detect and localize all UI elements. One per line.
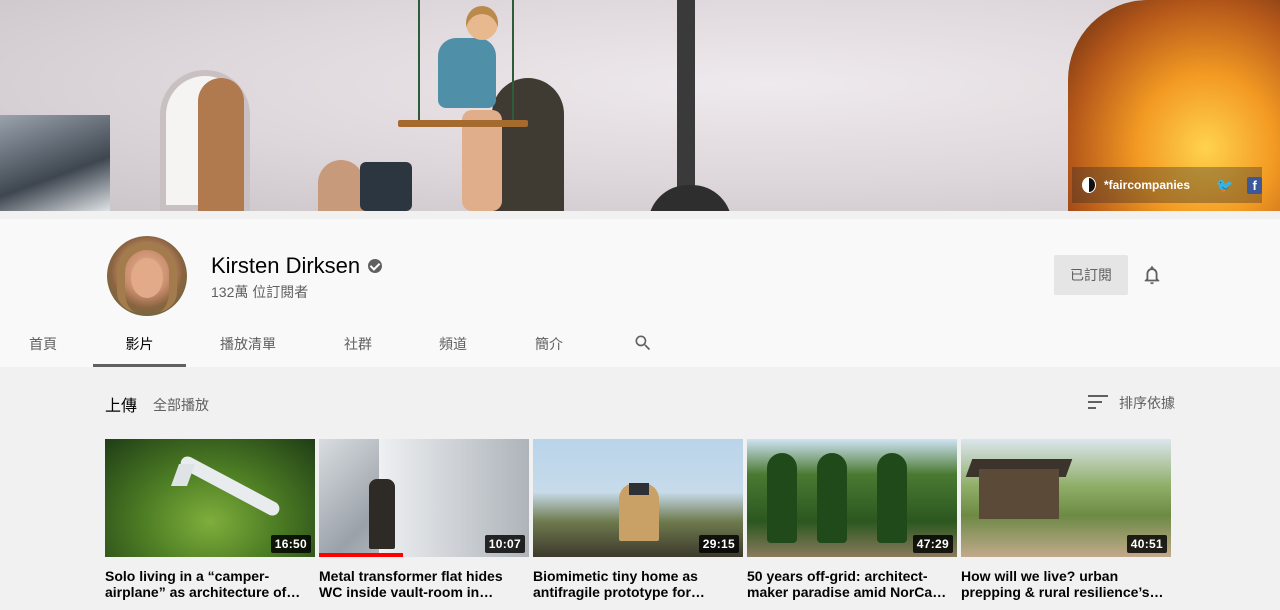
sort-icon[interactable]: [1088, 394, 1108, 410]
yin-yang-icon[interactable]: [1082, 177, 1096, 193]
channel-name: Kirsten Dirksen: [211, 253, 361, 278]
banner-girl: [318, 160, 364, 211]
video-grid: 16:50 Solo living in a “camper-airplane”…: [105, 439, 1175, 610]
banner-swing-rope-right: [512, 0, 514, 125]
thumbnail-cabin: [979, 469, 1059, 519]
banner-stove-pipe: [677, 0, 695, 190]
tab-channels[interactable]: 頻道: [413, 329, 493, 367]
play-all-link[interactable]: 全部播放: [153, 395, 209, 415]
section-title: 上傳: [105, 398, 138, 415]
tab-playlists[interactable]: 播放清單: [203, 329, 293, 367]
channel-banner: *faircompanies 🐦 f: [0, 0, 1280, 211]
tab-videos[interactable]: 影片: [93, 329, 186, 367]
avatar[interactable]: [107, 236, 187, 316]
facebook-icon[interactable]: f: [1247, 176, 1262, 194]
banner-child-head: [466, 6, 498, 40]
video-thumbnail[interactable]: 10:07: [319, 439, 529, 557]
video-duration: 16:50: [270, 535, 311, 553]
banner-mountain-photo: [0, 115, 110, 211]
thumbnail-tree: [877, 453, 907, 543]
video-title[interactable]: How will we live? urban prepping & rural…: [961, 568, 1171, 600]
tab-about[interactable]: 簡介: [509, 329, 589, 367]
tab-home[interactable]: 首頁: [10, 329, 76, 367]
banner-swing-rope-left: [418, 0, 420, 125]
channel-header: Kirsten Dirksen 132萬 位訂閱者 已訂閱 首頁 影片 播放清單…: [0, 219, 1280, 367]
search-icon[interactable]: [633, 333, 653, 353]
verified-icon: [368, 259, 383, 273]
banner-door: [198, 78, 244, 211]
banner-archway-center: [492, 78, 564, 211]
twitter-icon[interactable]: 🐦: [1216, 177, 1233, 194]
video-title[interactable]: Biomimetic tiny home as antifragile prot…: [533, 568, 743, 600]
video-thumbnail[interactable]: 16:50: [105, 439, 315, 557]
video-title[interactable]: Solo living in a “camper-airplane” as ar…: [105, 568, 315, 600]
video-thumbnail[interactable]: 29:15: [533, 439, 743, 557]
video-thumbnail[interactable]: 47:29: [747, 439, 957, 557]
banner-links: *faircompanies 🐦 f: [1072, 167, 1262, 203]
video-duration: 40:51: [1126, 535, 1167, 553]
channel-tabs: 首頁 影片 播放清單 社群 頻道 簡介: [0, 329, 1280, 367]
sort-button[interactable]: 排序依據: [1119, 393, 1175, 413]
bell-icon[interactable]: [1141, 264, 1163, 286]
subscribed-button[interactable]: 已訂閱: [1054, 255, 1128, 295]
video-thumbnail[interactable]: 40:51: [961, 439, 1171, 557]
thumbnail-airplane-tail: [170, 464, 196, 486]
video-title[interactable]: 50 years off-grid: architect-maker parad…: [747, 568, 957, 600]
subscriber-count: 132萬 位訂閱者: [211, 284, 309, 300]
channel-name-row: Kirsten Dirksen: [211, 253, 383, 279]
banner-swing-seat: [398, 120, 528, 127]
banner-child-body: [438, 38, 496, 108]
banner-link-label[interactable]: *faircompanies: [1104, 178, 1190, 192]
video-duration: 47:29: [912, 535, 953, 553]
thumbnail-tree: [817, 453, 847, 543]
tab-community[interactable]: 社群: [318, 329, 398, 367]
video-title[interactable]: Metal transformer flat hides WC inside v…: [319, 568, 529, 600]
avatar-face: [131, 258, 163, 298]
watch-progress-bar: [319, 553, 403, 557]
thumbnail-tree: [767, 453, 797, 543]
thumbnail-solar-panel: [629, 483, 649, 495]
video-duration: 29:15: [698, 535, 739, 553]
thumbnail-person: [369, 479, 395, 549]
banner-bag: [360, 162, 412, 211]
video-duration: 10:07: [484, 535, 525, 553]
